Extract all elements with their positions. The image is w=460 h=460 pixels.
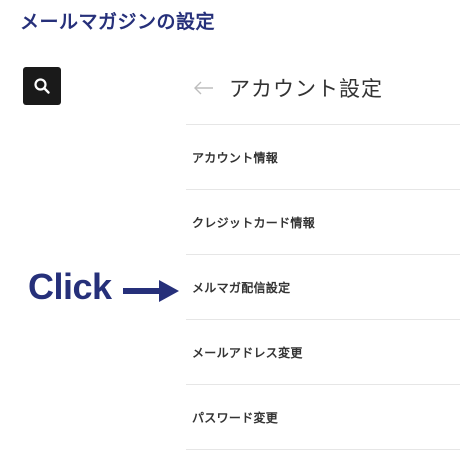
menu-item-label: パスワード変更 xyxy=(192,410,279,425)
menu-item-label: メルマガ配信設定 xyxy=(192,280,291,295)
click-annotation-label: Click xyxy=(28,266,112,307)
menu-item-label: メールアドレス変更 xyxy=(192,345,303,360)
menu-item-label: クレジットカード情報 xyxy=(192,215,316,230)
account-header: アカウント設定 xyxy=(186,66,460,110)
search-icon xyxy=(33,77,51,95)
arrow-right-icon xyxy=(123,278,179,304)
page: メールマガジンの設定 アカウント設定 アカウント情報 クレジットカード情報 メル… xyxy=(0,0,460,460)
menu-item-label: アカウント情報 xyxy=(192,150,279,165)
menu-item-email-change[interactable]: メールアドレス変更 xyxy=(186,320,460,385)
search-button[interactable] xyxy=(23,67,61,105)
account-menu: アカウント情報 クレジットカード情報 メルマガ配信設定 メールアドレス変更 パス… xyxy=(186,124,460,450)
account-settings-title: アカウント設定 xyxy=(229,77,383,101)
page-title: メールマガジンの設定 xyxy=(20,11,216,33)
menu-item-password-change[interactable]: パスワード変更 xyxy=(186,385,460,450)
menu-item-account-info[interactable]: アカウント情報 xyxy=(186,125,460,190)
menu-item-credit-card[interactable]: クレジットカード情報 xyxy=(186,190,460,255)
menu-item-newsletter-settings[interactable]: メルマガ配信設定 xyxy=(186,255,460,320)
arrow-left-icon[interactable] xyxy=(193,77,215,99)
